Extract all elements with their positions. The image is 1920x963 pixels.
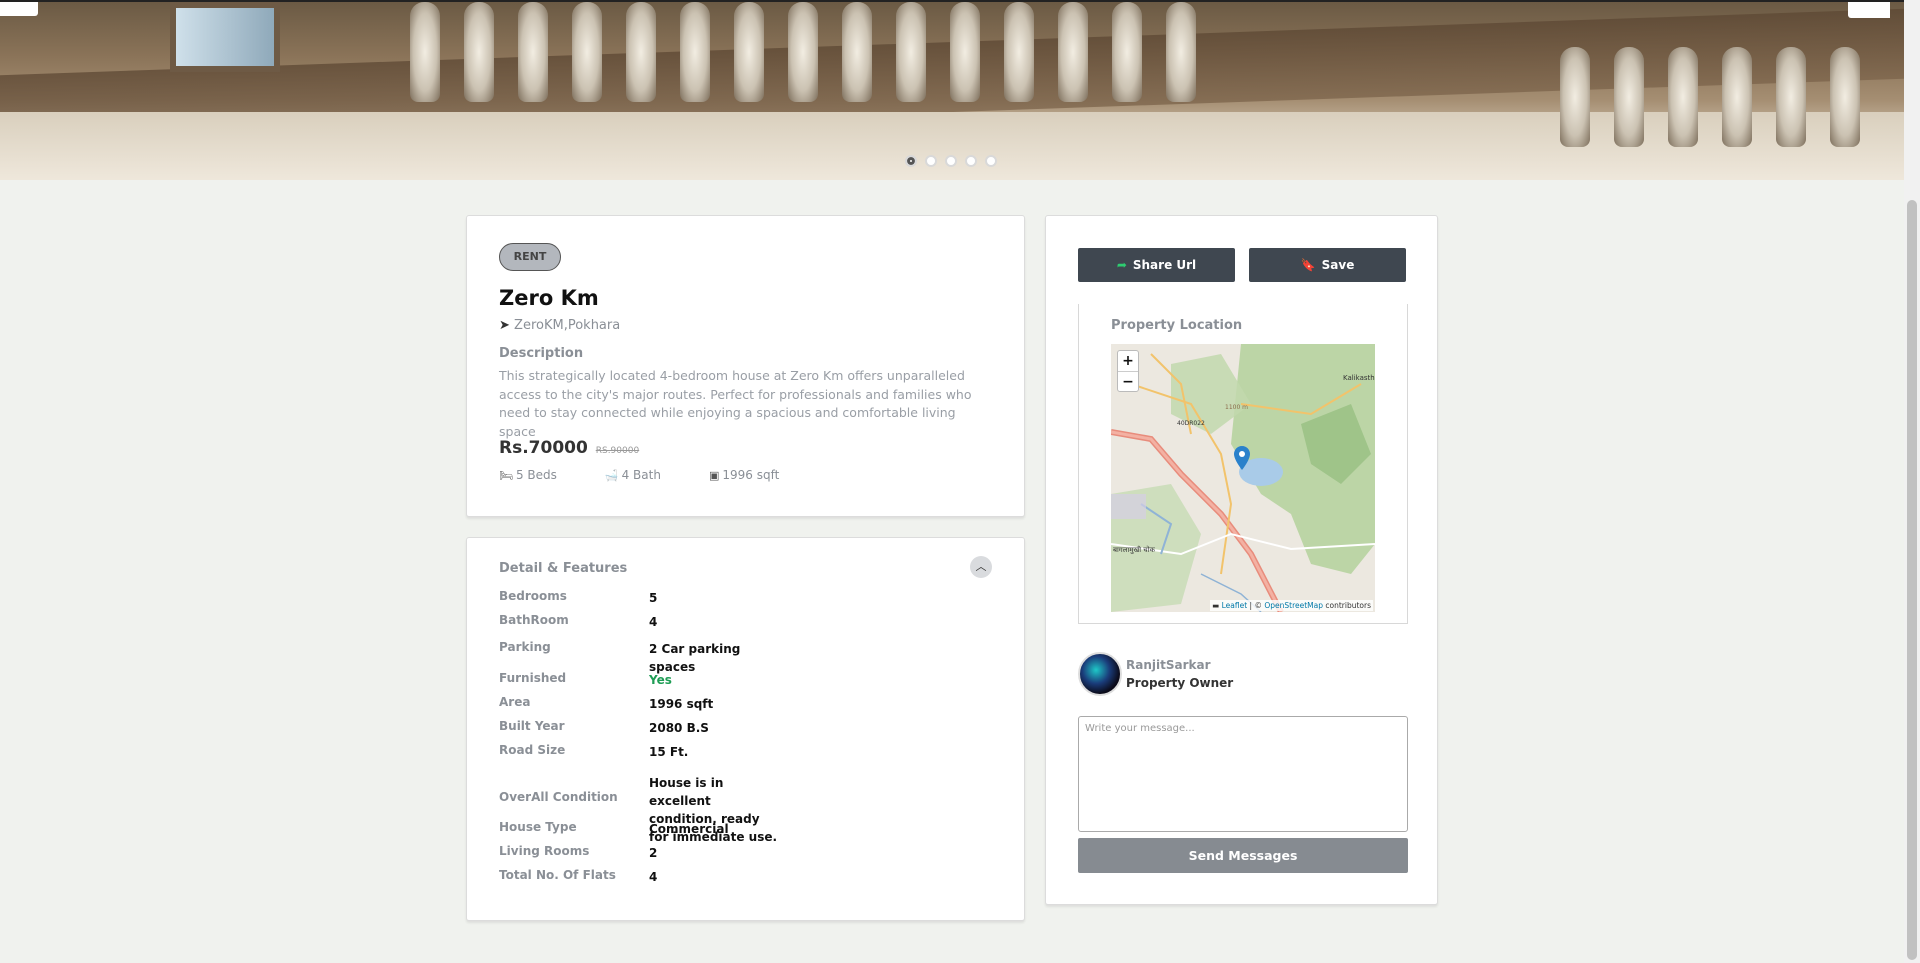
map-label: 40DR022 <box>1177 420 1205 427</box>
carousel-indicators <box>905 155 997 167</box>
bed-icon: 🛏 <box>499 469 513 482</box>
carousel-dot[interactable] <box>965 155 977 167</box>
feature-key: Parking <box>499 640 551 654</box>
listing-summary-card: RENT Zero Km ➤ ZeroKM,Pokhara Descriptio… <box>466 215 1025 517</box>
map-zoom-control: + − <box>1117 350 1139 392</box>
owner-role: Property Owner <box>1126 676 1234 690</box>
zoom-in-button[interactable]: + <box>1118 351 1138 371</box>
property-location-box: Property Location + − Kalikasth 1100 m 4… <box>1078 304 1408 624</box>
message-input[interactable] <box>1078 716 1408 832</box>
feature-value: 4 <box>649 870 658 884</box>
features-card: Detail & Features ︿ Bedrooms 5 BathRoom 4 Pa… <box>466 537 1025 921</box>
features-heading: Detail & Features <box>499 561 628 576</box>
feature-value: Commercial <box>649 822 729 836</box>
feature-key: Bedrooms <box>499 589 567 603</box>
feature-value: 15 Ft. <box>649 745 689 759</box>
feature-key: Area <box>499 695 531 709</box>
share-url-button[interactable]: ➦ Share Url <box>1078 248 1235 282</box>
current-price: Rs.70000 <box>499 438 588 458</box>
carousel-prev-button[interactable] <box>0 2 38 16</box>
hero-image-carousel <box>0 0 1904 180</box>
page-scrollbar[interactable] <box>1904 0 1920 963</box>
area-stat: ▣ 1996 sqft <box>709 468 779 482</box>
listing-location: ➤ ZeroKM,Pokhara <box>499 318 620 333</box>
osm-link[interactable]: OpenStreetMap <box>1264 601 1323 610</box>
save-label: Save <box>1321 258 1355 272</box>
hero-balusters-right <box>1560 47 1860 152</box>
feature-value: 2 <box>649 846 658 860</box>
carousel-dot[interactable] <box>945 155 957 167</box>
feature-key: Living Rooms <box>499 844 590 858</box>
feature-value: 5 <box>649 591 658 605</box>
feature-key: Road Size <box>499 743 566 757</box>
description-heading: Description <box>499 346 584 361</box>
map-tiles <box>1111 344 1375 612</box>
feature-value: 4 <box>649 615 658 629</box>
share-url-label: Share Url <box>1132 258 1197 272</box>
listing-location-text: ZeroKM,Pokhara <box>514 318 621 333</box>
beds-stat: 🛏 5 Beds <box>499 468 557 482</box>
attribution-separator: | © <box>1249 601 1262 610</box>
map-label: बागलामुखी चोक <box>1113 546 1155 554</box>
bath-stat: 🛁 4 Bath <box>605 468 661 482</box>
send-messages-button[interactable]: Send Messages <box>1078 838 1408 873</box>
area-icon: ▣ <box>708 469 720 482</box>
attribution-tail: contributors <box>1325 601 1371 610</box>
feature-key: Total No. Of Flats <box>499 868 616 882</box>
carousel-dot[interactable] <box>985 155 997 167</box>
bath-label: 4 Bath <box>621 468 661 482</box>
leaflet-flag-icon: ▬ <box>1212 601 1220 610</box>
location-arrow-icon: ➤ <box>499 318 510 333</box>
carousel-dot[interactable] <box>925 155 937 167</box>
feature-key: Built Year <box>499 719 565 733</box>
save-button[interactable]: 🔖 Save <box>1249 248 1406 282</box>
feature-key: House Type <box>499 820 577 834</box>
property-map[interactable]: + − Kalikasth 1100 m 40DR022 बागलामुखी च… <box>1111 344 1375 612</box>
scrollbar-thumb[interactable] <box>1907 200 1917 960</box>
hero-balusters <box>410 2 1196 107</box>
feature-value: 2080 B.S <box>649 721 709 735</box>
collapse-button[interactable]: ︿ <box>970 556 992 578</box>
property-location-heading: Property Location <box>1111 318 1243 333</box>
map-attribution: ▬ Leaflet | © OpenStreetMap contributors <box>1210 600 1373 611</box>
hero-window <box>170 2 280 72</box>
listing-stats: 🛏 5 Beds 🛁 4 Bath ▣ 1996 sqft <box>499 468 779 482</box>
area-label: 1996 sqft <box>722 468 780 482</box>
old-price: RS.90000 <box>595 446 640 456</box>
owner-name: RanjitSarkar <box>1126 658 1211 672</box>
carousel-dot[interactable] <box>905 155 917 167</box>
listing-price: Rs.70000 RS.90000 <box>499 438 639 458</box>
listing-type-badge: RENT <box>499 243 561 271</box>
bookmark-icon: 🔖 <box>1300 258 1316 272</box>
beds-label: 5 Beds <box>515 468 557 482</box>
listing-title: Zero Km <box>499 286 599 310</box>
sidebar-card: ➦ Share Url 🔖 Save Property Location + −… <box>1045 215 1438 905</box>
carousel-next-button[interactable] <box>1848 2 1890 18</box>
feature-key: OverAll Condition <box>499 790 618 804</box>
feature-key: Furnished <box>499 671 567 685</box>
map-label: 1100 m <box>1225 404 1249 411</box>
feature-key: BathRoom <box>499 613 569 627</box>
chevron-up-icon: ︿ <box>975 560 987 573</box>
map-label: Kalikasth <box>1343 374 1375 382</box>
feature-value: 1996 sqft <box>649 697 714 711</box>
feature-value: Yes <box>649 673 672 687</box>
leaflet-link[interactable]: Leaflet <box>1222 601 1248 610</box>
bath-icon: 🛁 <box>604 469 619 482</box>
description-text: This strategically located 4-bedroom hou… <box>499 368 972 439</box>
map-marker-icon[interactable] <box>1234 446 1250 470</box>
owner-avatar <box>1078 652 1122 696</box>
share-icon: ➦ <box>1116 258 1127 272</box>
zoom-out-button[interactable]: − <box>1118 371 1138 391</box>
